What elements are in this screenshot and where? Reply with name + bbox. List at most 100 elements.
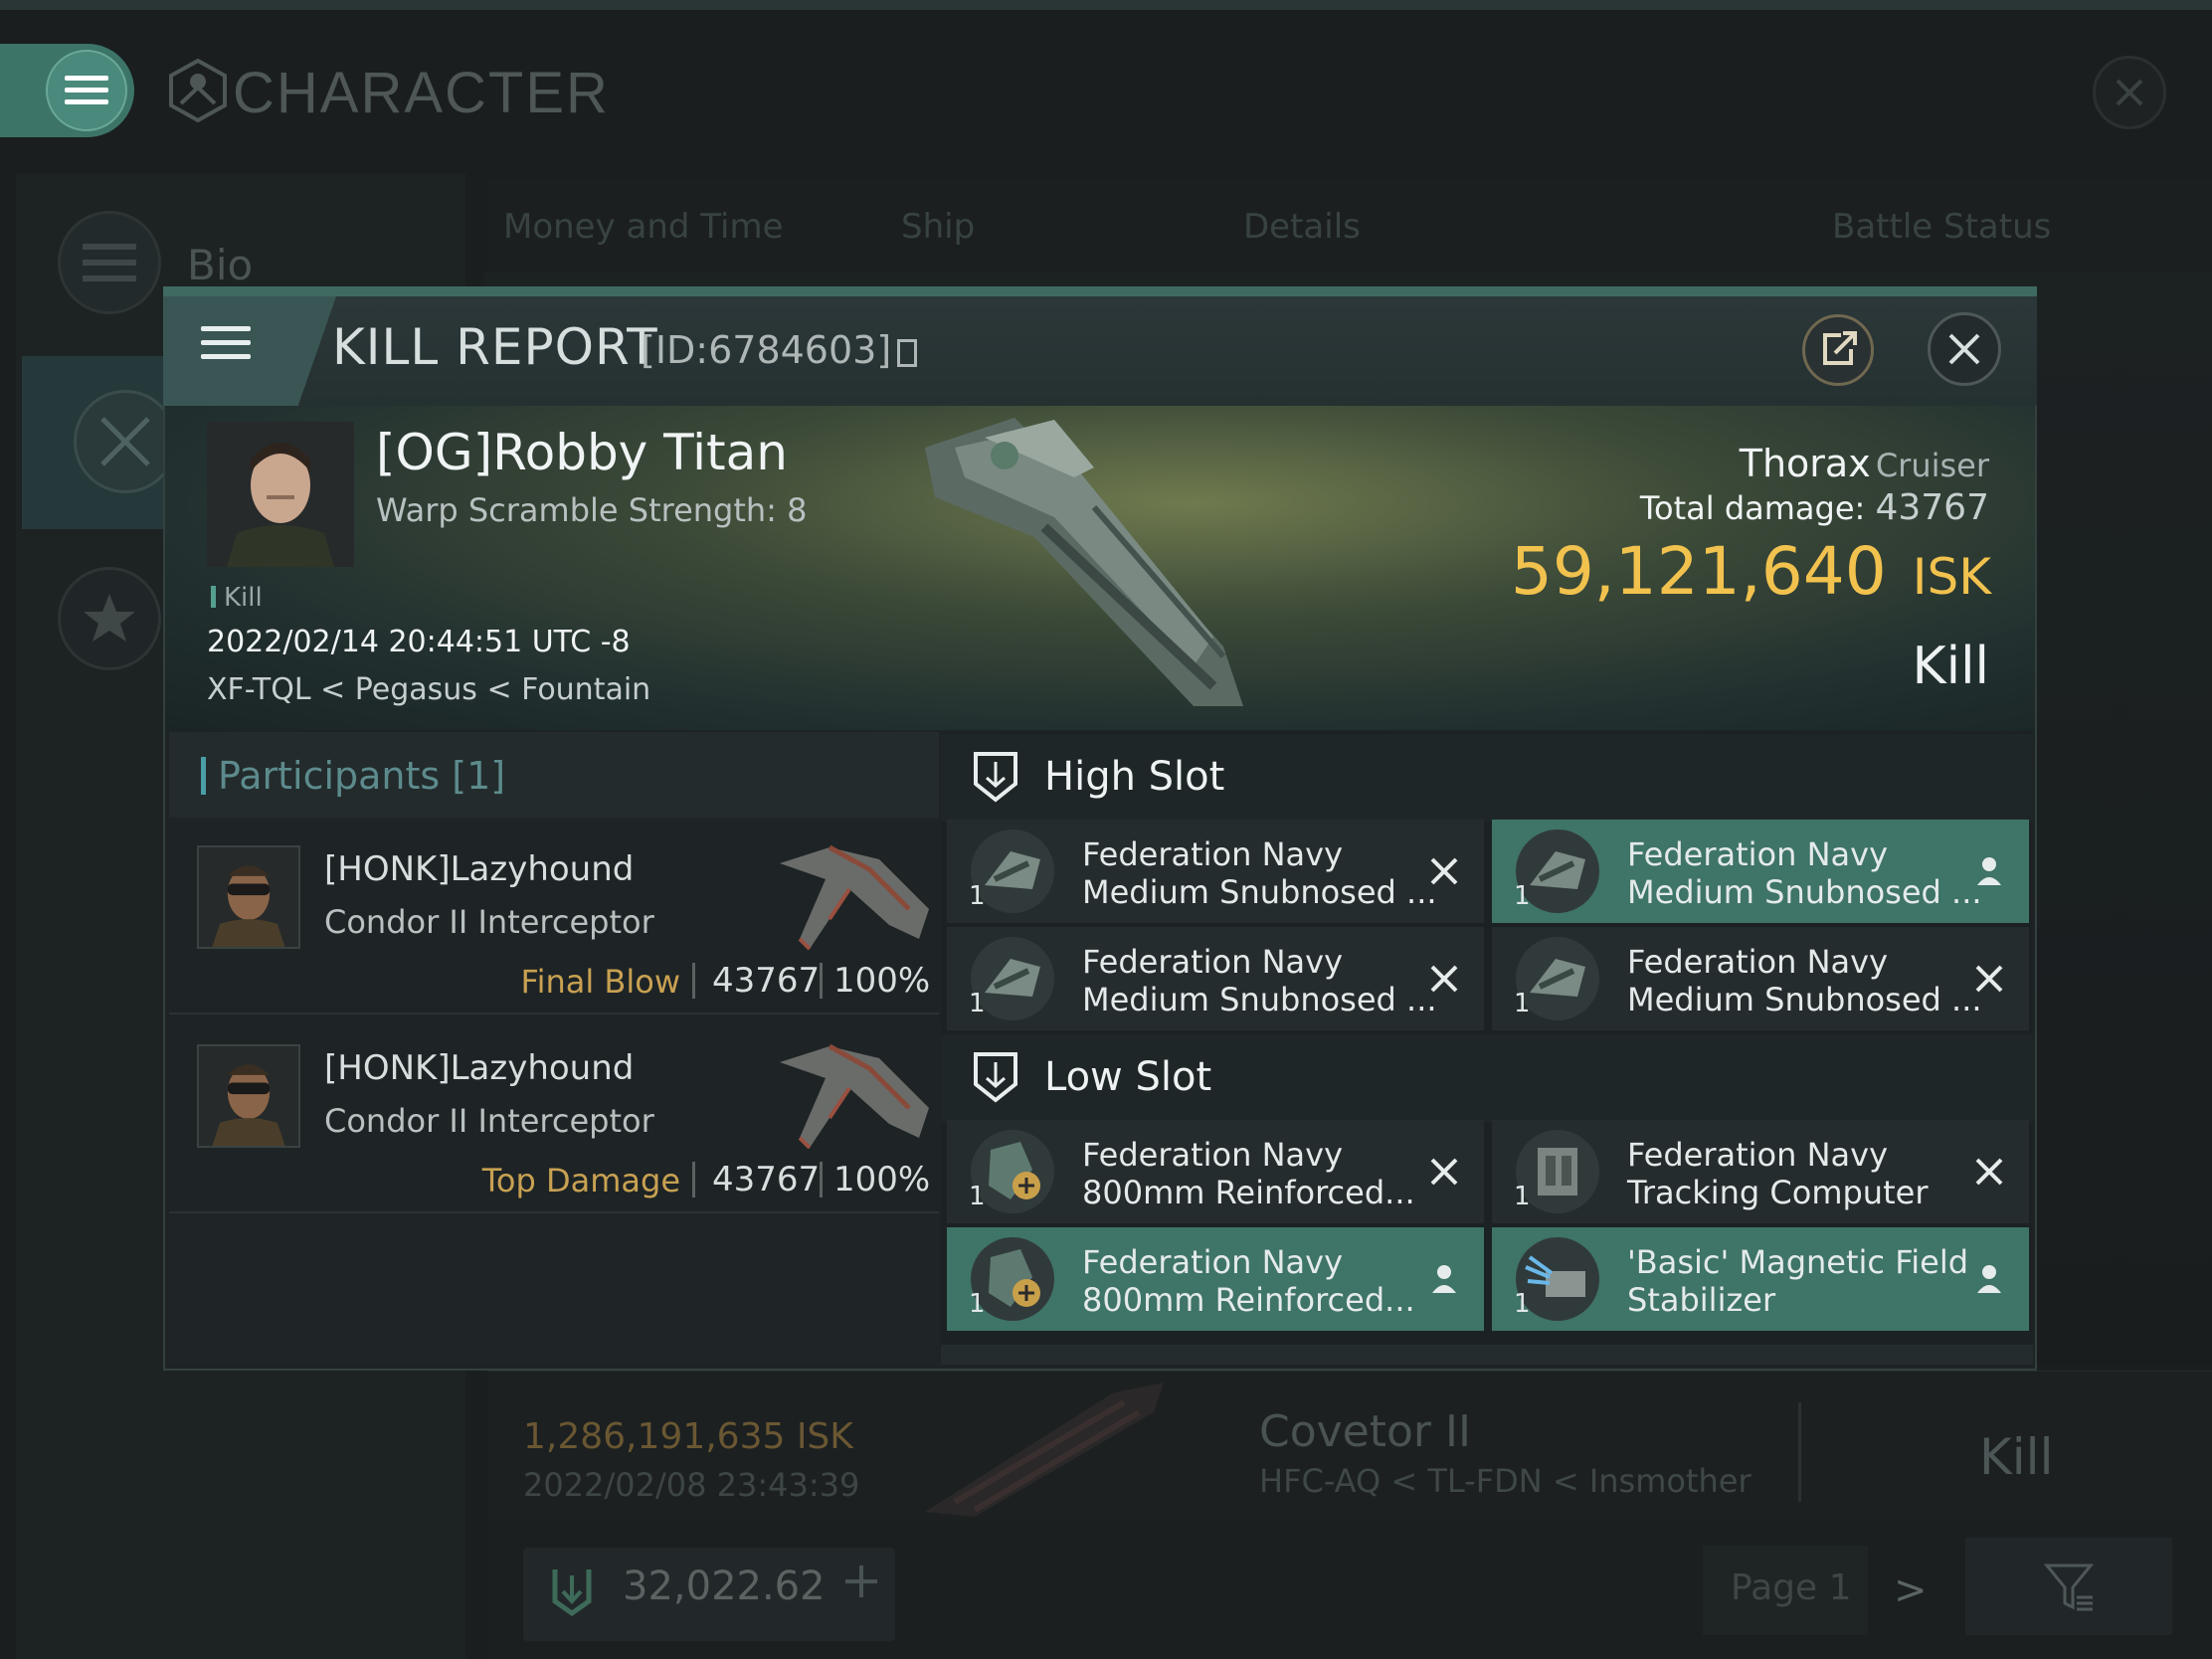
- next-page-button[interactable]: >: [1894, 1567, 1928, 1613]
- ship-class: Cruiser: [1875, 447, 1989, 484]
- participant-row[interactable]: [HONK]Lazyhound Condor II Interceptor Fi…: [169, 820, 939, 1014]
- main-menu-button[interactable]: [0, 44, 134, 137]
- total-damage-label: Total damage:: [1639, 489, 1866, 527]
- kill-location[interactable]: XF-TQL < Pegasus < Fountain: [207, 672, 650, 707]
- high-slot-header: High Slot: [941, 734, 2033, 822]
- high-slot-label: High Slot: [1044, 754, 1225, 800]
- kill-id[interactable]: [ID:6784603]: [641, 328, 918, 372]
- victim-ship-type[interactable]: Thorax Cruiser: [1591, 442, 1989, 485]
- victim-portrait[interactable]: [207, 422, 354, 567]
- participant-name[interactable]: [HONK]Lazyhound: [324, 849, 634, 889]
- isk-value: 59,121,640 ISK: [1472, 533, 1991, 610]
- item-name-line1: Federation Navy: [1082, 943, 1343, 981]
- kill-datetime: 2022/02/14 20:44:51 UTC -8: [207, 625, 631, 659]
- bio-menu-button[interactable]: [58, 211, 161, 314]
- dropped-person-icon: [1977, 1265, 2001, 1293]
- kill-id-text: [ID:6784603]: [641, 328, 892, 372]
- item-quantity: 1: [1514, 989, 1531, 1018]
- row-result: Kill: [1979, 1428, 2054, 1486]
- kill-tag: Kill: [211, 583, 263, 613]
- item-quantity: 1: [969, 1289, 986, 1319]
- item-quantity: 1: [969, 881, 986, 911]
- participant-percent: 100%: [833, 961, 931, 1001]
- row-ship-image: [925, 1382, 1164, 1517]
- high-slot-icon: [974, 752, 1017, 803]
- item-name-line2: 800mm Reinforced...: [1082, 1174, 1415, 1211]
- kill-result: Kill: [1912, 637, 1989, 696]
- share-button[interactable]: [1802, 314, 1874, 386]
- destroyed-icon: [1430, 1158, 1458, 1186]
- low-slot-header: Low Slot: [941, 1034, 2033, 1122]
- tab-details[interactable]: Details: [1243, 207, 1361, 247]
- item-name-line1: Federation Navy: [1082, 835, 1343, 873]
- participant-ship-image: [780, 844, 929, 951]
- low-slot-icon: [974, 1052, 1017, 1103]
- tab-ship[interactable]: Ship: [901, 207, 975, 247]
- low-slot-label: Low Slot: [1044, 1054, 1212, 1100]
- participant-percent: 100%: [833, 1160, 931, 1199]
- slot-item[interactable]: 1 Federation Navy 800mm Reinforced...: [947, 1120, 1484, 1223]
- item-name-line1: Federation Navy: [1082, 1136, 1343, 1174]
- slot-item[interactable]: 1 Federation Navy Medium Snubnosed ...: [1492, 820, 2029, 923]
- dialog-close-button[interactable]: [1928, 312, 2001, 386]
- row-divider: [1798, 1402, 1801, 1502]
- item-name-line2: Medium Snubnosed ...: [1082, 981, 1437, 1018]
- item-name-line1: Federation Navy: [1627, 943, 1888, 981]
- page-label: Page 1: [1731, 1567, 1852, 1608]
- participant-ship-image: [780, 1043, 929, 1150]
- slot-item-partial[interactable]: [941, 1345, 2033, 1365]
- isk-unit: ISK: [1912, 548, 1991, 606]
- dropped-person-icon: [1977, 857, 2001, 885]
- destroyed-icon: [1975, 965, 2003, 993]
- hamburger-icon: [46, 50, 127, 131]
- participants-label-text: Participants [1]: [218, 754, 506, 798]
- stat-divider: [820, 1162, 823, 1198]
- list-icon: [83, 244, 136, 281]
- participant-avatar[interactable]: [197, 1044, 300, 1148]
- participant-ship: Condor II Interceptor: [324, 903, 654, 941]
- participant-row[interactable]: [HONK]Lazyhound Condor II Interceptor To…: [169, 1018, 939, 1213]
- ship-name: Thorax: [1739, 442, 1871, 485]
- row-ship-name: Covetor II: [1259, 1406, 1471, 1457]
- participant-avatar[interactable]: [197, 845, 300, 949]
- participant-name[interactable]: [HONK]Lazyhound: [324, 1048, 634, 1088]
- total-damage: Total damage: 43767: [1552, 487, 1989, 528]
- item-name-line2: Medium Snubnosed ...: [1082, 873, 1437, 911]
- item-name-line2: Tracking Computer: [1627, 1174, 1929, 1211]
- copy-icon[interactable]: [897, 339, 918, 367]
- slot-item[interactable]: 1 Federation Navy 800mm Reinforced...: [947, 1227, 1484, 1331]
- item-quantity: 1: [1514, 881, 1531, 911]
- tab-money-and-time[interactable]: Money and Time: [503, 207, 784, 247]
- item-quantity: 1: [969, 989, 986, 1018]
- app-close-button[interactable]: [2093, 56, 2166, 129]
- filter-button[interactable]: [1965, 1538, 2172, 1635]
- participant-damage: 43767: [712, 1160, 821, 1199]
- destroyed-icon: [1430, 857, 1458, 885]
- row-date: 2022/02/08 23:43:39: [523, 1466, 860, 1504]
- slot-item[interactable]: 1 Federation Navy Medium Snubnosed ...: [947, 820, 1484, 923]
- item-name-line1: Federation Navy: [1082, 1243, 1343, 1281]
- victim-name[interactable]: [OG]Robby Titan: [376, 424, 788, 481]
- item-name-line2: 800mm Reinforced...: [1082, 1281, 1415, 1319]
- add-icon[interactable]: [841, 1562, 881, 1601]
- slot-item[interactable]: 1 Federation Navy Medium Snubnosed ...: [947, 927, 1484, 1030]
- slot-item[interactable]: 1 Federation Navy Tracking Computer: [1492, 1120, 2029, 1223]
- item-quantity: 1: [969, 1182, 986, 1211]
- tab-battle-status[interactable]: Battle Status: [1832, 207, 2051, 247]
- participant-ship: Condor II Interceptor: [324, 1102, 654, 1140]
- sidebar-item-medals[interactable]: [58, 567, 161, 670]
- sidebar-item-bio[interactable]: Bio: [187, 241, 253, 289]
- slot-item[interactable]: 1 'Basic' Magnetic Field Stabilizer: [1492, 1227, 2029, 1331]
- total-damage-value: 43767: [1875, 487, 1989, 528]
- slot-item[interactable]: 1 Federation Navy Medium Snubnosed ...: [1492, 927, 2029, 1030]
- filter-icon: [2043, 1564, 2095, 1611]
- item-name-line2: Medium Snubnosed ...: [1627, 873, 1982, 911]
- character-icon: [169, 58, 227, 123]
- app-title: CHARACTER: [233, 61, 610, 125]
- participant-tag: Final Blow: [520, 963, 680, 1001]
- dialog-accent-line: [163, 286, 2037, 296]
- wallet-icon: [552, 1569, 592, 1617]
- top-strip: [0, 0, 2212, 10]
- share-icon: [1823, 331, 1857, 365]
- item-quantity: 1: [1514, 1182, 1531, 1211]
